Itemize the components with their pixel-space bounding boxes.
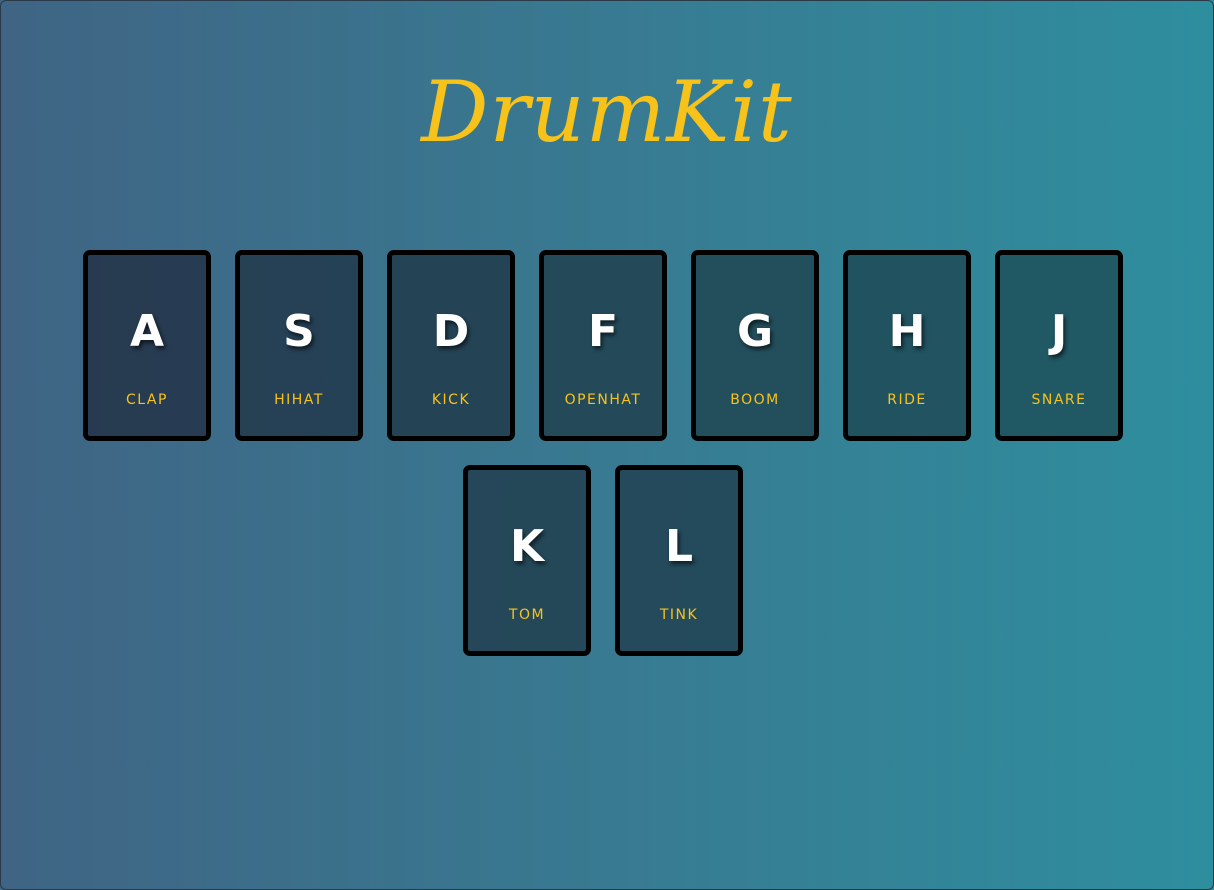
key-letter: J xyxy=(1050,306,1068,357)
drum-key-j[interactable]: J SNARE xyxy=(995,250,1123,441)
drum-key-k[interactable]: K TOM xyxy=(463,465,591,656)
key-sound-label: TOM xyxy=(508,607,546,623)
key-sound-label: TINK xyxy=(659,607,699,623)
key-sound-label: BOOM xyxy=(730,392,780,408)
drum-key-d[interactable]: D KICK xyxy=(387,250,515,441)
key-sound-label: SNARE xyxy=(1031,392,1087,408)
page-title: DrumKit xyxy=(421,63,793,161)
key-letter: D xyxy=(432,306,470,357)
key-letter: A xyxy=(129,306,165,357)
key-letter: F xyxy=(587,306,619,357)
key-letter: K xyxy=(509,521,545,572)
key-sound-label: OPENHAT xyxy=(564,392,642,408)
drum-key-h[interactable]: H RIDE xyxy=(843,250,971,441)
key-sound-label: RIDE xyxy=(887,392,927,408)
key-letter: L xyxy=(664,521,694,572)
drum-key-f[interactable]: F OPENHAT xyxy=(539,250,667,441)
key-letter: H xyxy=(888,306,926,357)
key-sound-label: HIHAT xyxy=(274,392,324,408)
key-sound-label: CLAP xyxy=(126,392,168,408)
drum-key-g[interactable]: G BOOM xyxy=(691,250,819,441)
drum-key-s[interactable]: S HIHAT xyxy=(235,250,363,441)
key-sound-label: KICK xyxy=(431,392,471,408)
drum-key-a[interactable]: A CLAP xyxy=(83,250,211,441)
drum-key-l[interactable]: L TINK xyxy=(615,465,743,656)
key-letter: G xyxy=(736,306,774,357)
key-letter: S xyxy=(283,306,315,357)
